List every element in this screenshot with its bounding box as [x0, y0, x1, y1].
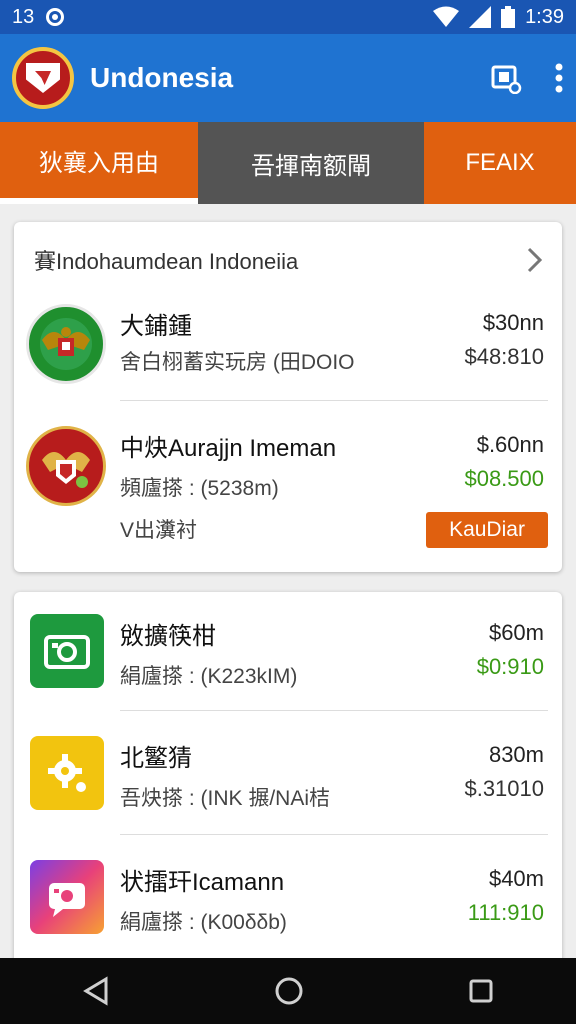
signal-icon — [469, 6, 492, 28]
tab-3[interactable]: FEAIX — [424, 122, 576, 204]
app-logo — [12, 47, 74, 109]
item-title: 大鋪鍾 — [120, 313, 192, 340]
item-price-change: 111:910 — [467, 900, 544, 925]
list-item[interactable]: 大鋪鍾 舍白栩蓄实玩房 (田DOIO $30nn $48:810 — [14, 302, 562, 402]
item-price: 830m — [488, 742, 544, 767]
notification-icon — [46, 8, 65, 26]
item-subtitle: 吾炔搽 : (INK 搌/NAi桔 — [120, 787, 331, 810]
item-title: 北鳘猜 — [120, 745, 192, 772]
tab-bar: 狄襄入用由 吾揮南额閘 FEAIX — [0, 122, 576, 204]
item-price: $40m — [488, 866, 544, 891]
status-time: 1:39 — [525, 5, 564, 28]
item-title: 中炔Aurajjn Imeman — [120, 435, 337, 462]
battery-icon — [501, 6, 516, 28]
item-subtitle: 絹廬搽 : (K223kIM) — [120, 665, 298, 688]
item-price-change: $48:810 — [464, 344, 544, 369]
item-subtitle: 舍白栩蓄实玩房 (田DOIO — [120, 351, 355, 374]
item-subtitle: 絹廬搽 : (K00δδb) — [120, 911, 287, 934]
divider — [120, 710, 548, 711]
item-title: 敓擴筷柑 — [120, 623, 216, 650]
item-price: $.60nn — [476, 432, 544, 457]
card-header-title: 賽Indohaumdean Indoneiia — [34, 249, 299, 274]
tab-1[interactable]: 狄襄入用由 — [0, 122, 198, 204]
list-item[interactable]: 状擂玕Icamann 絹廬搽 : (K00δδb) $40m 111:910 — [14, 858, 562, 938]
back-icon[interactable] — [82, 976, 110, 1006]
home-icon[interactable] — [274, 976, 304, 1006]
item-tag: V出瀵衬 — [120, 519, 198, 542]
app-bar: Undonesia — [0, 34, 576, 122]
more-options-icon[interactable] — [554, 62, 564, 94]
garuda-emblem-icon — [26, 304, 106, 384]
item-price-change: $0:910 — [476, 654, 544, 679]
action-button[interactable]: KauDiar — [426, 512, 548, 548]
list-item[interactable]: 中炔Aurajjn Imeman 頻廬搽 : (5238m) $.60nn $0… — [14, 422, 562, 506]
wifi-icon — [433, 6, 460, 27]
item-price: $30nn — [482, 310, 544, 335]
divider — [120, 834, 548, 835]
list-item[interactable]: 敓擴筷柑 絹廬搽 : (K223kIM) $60m $0:910 — [14, 612, 562, 692]
item-price-change: $08.500 — [464, 466, 544, 491]
chat-camera-icon — [30, 860, 104, 934]
chevron-right-icon[interactable] — [526, 246, 544, 274]
navigation-bar — [0, 958, 576, 1024]
item-subtitle: 頻廬搽 : (5238m) — [120, 477, 279, 500]
gear-icon — [30, 736, 104, 810]
status-bar: 13 1:39 — [0, 0, 576, 34]
tab-2[interactable]: 吾揮南额閘 — [198, 122, 424, 204]
item-price: $60m — [488, 620, 544, 645]
featured-card: 賽Indohaumdean Indoneiia 大鋪鍾 舍白栩蓄实玩房 (田DO… — [14, 222, 562, 572]
app-title: Undonesia — [90, 62, 234, 93]
list-card: 敓擴筷柑 絹廬搽 : (K223kIM) $60m $0:910 北鳘猜 吾炔搽… — [14, 592, 562, 972]
item-price-change: $.31010 — [464, 776, 544, 801]
garuda-shield-icon — [26, 426, 106, 506]
recents-icon[interactable] — [468, 978, 494, 1004]
camera-icon — [30, 614, 104, 688]
divider — [120, 400, 548, 401]
card-header[interactable]: 賽Indohaumdean Indoneiia — [34, 244, 544, 276]
status-time-left: 13 — [12, 5, 35, 28]
device-sync-icon[interactable] — [490, 62, 522, 94]
list-item[interactable]: 北鳘猜 吾炔搽 : (INK 搌/NAi桔 830m $.31010 — [14, 734, 562, 814]
item-title: 状擂玕Icamann — [120, 869, 285, 896]
